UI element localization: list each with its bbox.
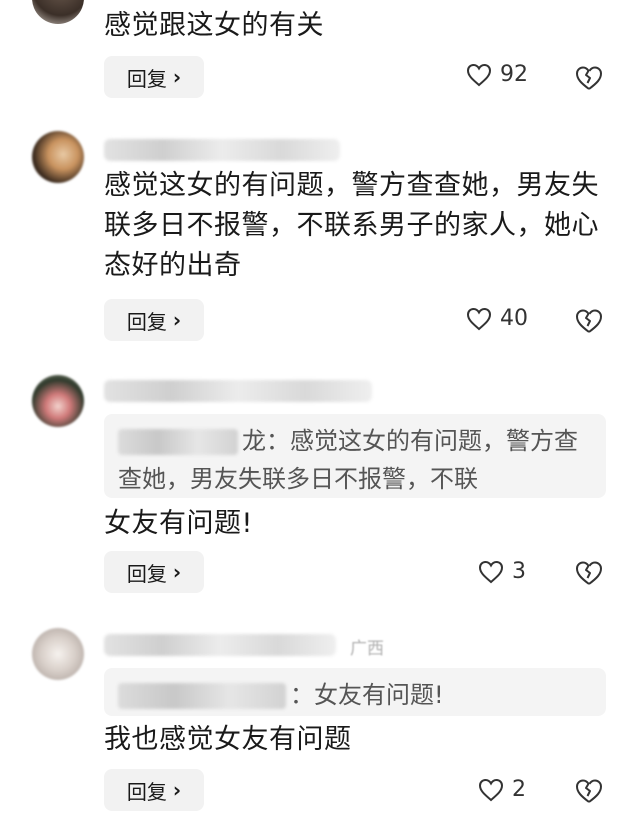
broken-heart-icon[interactable]	[575, 64, 603, 92]
like-count: 3	[512, 559, 526, 584]
comment-text: 感觉这女的有问题，警方查查她，男友失联多日不报警，不联系男子的家人，她心态好的出…	[104, 170, 599, 281]
like-button[interactable]: 92	[466, 62, 528, 87]
like-count: 92	[500, 62, 528, 87]
like-button[interactable]: 2	[478, 777, 526, 802]
avatar[interactable]	[32, 628, 84, 680]
chevron-right-icon: ›	[172, 308, 182, 332]
username-blurred[interactable]	[104, 634, 336, 656]
reply-button[interactable]: 回复 ›	[104, 299, 204, 341]
quoted-text: ：女友有问题!	[290, 681, 444, 709]
like-button[interactable]: 3	[478, 559, 526, 584]
avatar[interactable]	[32, 375, 84, 427]
reply-label: 回复	[126, 66, 167, 91]
heart-outline-icon	[466, 307, 492, 330]
like-button[interactable]: 40	[466, 306, 528, 331]
quoted-comment: ：女友有问题!	[104, 668, 606, 716]
avatar[interactable]	[32, 0, 84, 24]
heart-outline-icon	[466, 63, 492, 86]
broken-heart-icon[interactable]	[575, 559, 603, 587]
username-blurred[interactable]	[104, 139, 340, 161]
reply-button[interactable]: 回复 ›	[104, 56, 204, 98]
chevron-right-icon: ›	[172, 65, 182, 89]
reply-label: 回复	[126, 561, 167, 586]
like-count: 40	[500, 306, 528, 331]
broken-heart-icon[interactable]	[575, 777, 603, 805]
quoted-author-blurred	[118, 429, 238, 455]
reply-label: 回复	[126, 309, 167, 334]
comment-text: 女友有问题!	[104, 508, 253, 539]
username-blurred[interactable]	[104, 380, 372, 402]
reply-button[interactable]: 回复 ›	[104, 769, 204, 811]
reply-button[interactable]: 回复 ›	[104, 551, 204, 593]
reply-label: 回复	[126, 779, 167, 804]
heart-outline-icon	[478, 560, 504, 583]
broken-heart-icon[interactable]	[575, 307, 603, 335]
quoted-comment: 龙：感觉这女的有问题，警方查查她，男友失联多日不报警，不联	[104, 414, 606, 498]
like-count: 2	[512, 777, 526, 802]
comment-text: 我也感觉女友有问题	[104, 724, 352, 755]
comment-text: 感觉跟这女的有关	[104, 10, 324, 41]
avatar[interactable]	[32, 131, 84, 183]
chevron-right-icon: ›	[172, 560, 182, 584]
location-label: 广西	[350, 639, 384, 659]
heart-outline-icon	[478, 778, 504, 801]
quoted-author-blurred	[118, 683, 286, 709]
chevron-right-icon: ›	[172, 778, 182, 802]
